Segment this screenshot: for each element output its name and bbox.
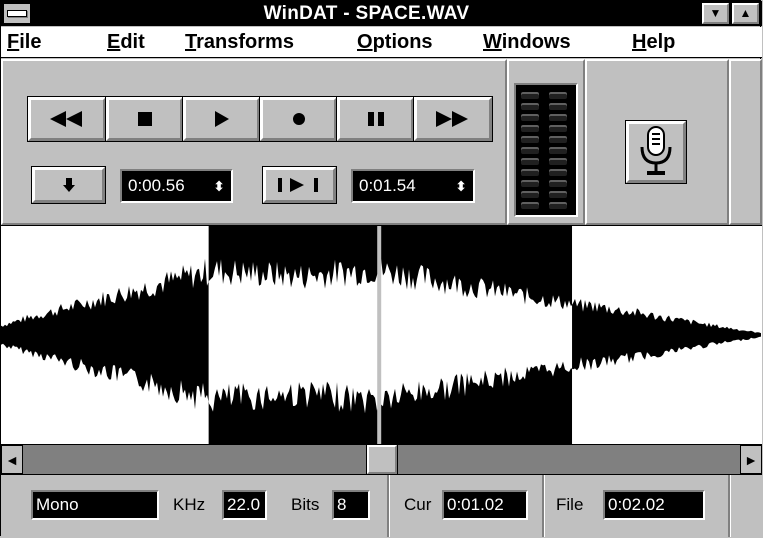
level-led (520, 113, 540, 122)
fast-forward-button[interactable] (413, 96, 493, 142)
start-spin-icon[interactable]: ⬍ (213, 179, 225, 193)
right-channel-leds (548, 91, 570, 212)
file-length-value: 0:02.02 (603, 490, 705, 520)
bits-label: Bits (291, 495, 320, 514)
rewind-button[interactable] (27, 96, 107, 142)
cursor-time-value: 0:01.02 (442, 490, 528, 520)
file-label: File (556, 495, 584, 514)
end-spin-icon[interactable]: ⬍ (455, 179, 467, 193)
level-led (548, 135, 568, 144)
play-selection-button[interactable] (262, 166, 337, 204)
system-menu-button[interactable] (3, 3, 31, 24)
record-button[interactable] (259, 96, 338, 142)
toolbar-spacer (729, 59, 762, 225)
play-button[interactable] (182, 96, 261, 142)
window-title: WinDAT - SPACE.WAV (263, 3, 470, 24)
record-source-button[interactable] (625, 120, 687, 184)
maximize-icon: ▲ (739, 6, 752, 20)
level-meter (514, 83, 578, 217)
level-led (520, 157, 540, 166)
arrow-left-icon: ◄ (5, 451, 19, 468)
pause-button[interactable] (336, 96, 415, 142)
level-led (520, 102, 540, 111)
level-led (520, 124, 540, 133)
minimize-button[interactable]: ▼ (701, 2, 730, 25)
selection-end-field[interactable]: 0:01.54 ⬍ (351, 169, 475, 203)
pause-icon (367, 112, 384, 126)
menu-windows[interactable]: Windows (483, 29, 571, 55)
level-led (520, 168, 540, 177)
cur-label: Cur (404, 495, 432, 514)
stop-icon (137, 112, 152, 126)
menu-help[interactable]: Help (632, 29, 675, 55)
status-divider (542, 475, 545, 537)
level-led (548, 91, 568, 100)
level-led (548, 146, 568, 155)
status-divider (728, 475, 731, 537)
status-bar: Mono KHz 22.0 Bits 8 Cur 0:01.02 File 0:… (1, 475, 762, 537)
scroll-right-button[interactable]: ► (740, 445, 762, 474)
fast-forward-icon (436, 111, 468, 127)
app-window: WinDAT - SPACE.WAV ▼ ▲ File Edit Transfo… (0, 0, 762, 537)
bits-value: 8 (332, 490, 370, 520)
level-led (548, 190, 568, 199)
selection-start-field[interactable]: 0:00.56 ⬍ (120, 169, 233, 203)
mark-start-button[interactable] (31, 166, 106, 204)
menu-edit[interactable]: Edit (107, 29, 145, 55)
title-bar[interactable]: WinDAT - SPACE.WAV ▼ ▲ (1, 1, 762, 26)
level-led (548, 168, 568, 177)
play-selection-icon (277, 178, 318, 192)
menu-transforms[interactable]: Transforms (185, 29, 294, 55)
playback-cursor[interactable] (377, 226, 382, 444)
level-led (520, 91, 540, 100)
arrow-down-icon (62, 178, 75, 192)
level-led (520, 135, 540, 144)
level-led (520, 190, 540, 199)
play-icon (214, 111, 229, 127)
selection-end-value: 0:01.54 (359, 176, 416, 195)
selection-start-value: 0:00.56 (128, 176, 185, 195)
scroll-left-button[interactable]: ◄ (1, 445, 23, 474)
menu-bar: File Edit Transforms Options Windows Hel… (1, 27, 762, 58)
level-led (520, 201, 540, 210)
status-divider (387, 475, 390, 537)
minimize-icon: ▼ (709, 6, 722, 20)
level-led (548, 201, 568, 210)
record-icon (292, 113, 305, 125)
arrow-right-icon: ► (744, 451, 758, 468)
scroll-thumb[interactable] (366, 444, 398, 475)
level-led (520, 179, 540, 188)
menu-options[interactable]: Options (357, 29, 433, 55)
level-led (548, 102, 568, 111)
khz-label: KHz (173, 495, 206, 514)
level-led (548, 124, 568, 133)
microphone-icon (640, 126, 672, 175)
horizontal-scrollbar[interactable]: ◄ ► (1, 444, 762, 475)
menu-file[interactable]: File (7, 29, 41, 55)
level-led (548, 113, 568, 122)
waveform-graph[interactable] (1, 226, 762, 444)
system-menu-icon (7, 10, 27, 17)
rewind-icon (50, 111, 82, 127)
khz-value: 22.0 (222, 490, 267, 520)
level-led (548, 157, 568, 166)
level-led (520, 146, 540, 155)
stop-button[interactable] (105, 96, 184, 142)
level-led (548, 179, 568, 188)
left-channel-leds (520, 91, 542, 212)
waveform-view[interactable] (1, 225, 762, 445)
maximize-button[interactable]: ▲ (731, 2, 760, 25)
channels-value: Mono (31, 490, 159, 520)
